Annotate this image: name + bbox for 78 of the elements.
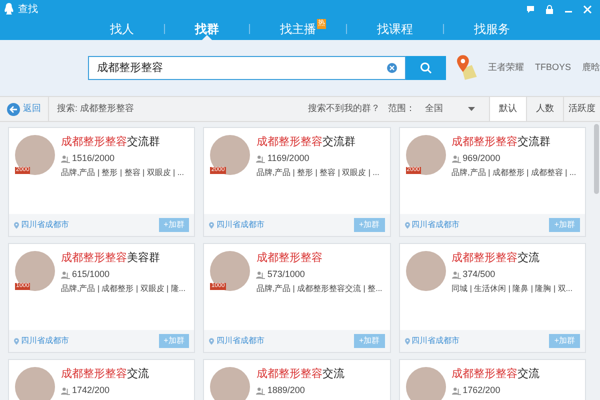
group-name[interactable]: 成都整形整容 <box>256 251 382 266</box>
back-arrow-icon <box>7 102 20 116</box>
location-text: 四川省成都市 <box>412 335 460 347</box>
group-name[interactable]: 成都整形整容交流 <box>61 367 149 382</box>
range-dropdown[interactable]: 全国 <box>425 102 475 116</box>
group-name[interactable]: 成都整形整容美容群 <box>61 251 186 266</box>
range-label: 范围： <box>388 102 415 116</box>
avatar <box>210 367 250 400</box>
window-title: 查找 <box>18 2 38 16</box>
member-count: 1516/2000 <box>72 152 115 165</box>
group-name[interactable]: 成都整形整容交流 <box>256 367 344 382</box>
group-name[interactable]: 成都整形整容交流群 <box>61 135 184 150</box>
pin-icon <box>404 338 410 344</box>
member-count: 1889/200 <box>267 384 305 397</box>
group-tags: 品牌,产品 | 成都整形整容交流 | 整... <box>256 282 382 294</box>
member-count: 573/1000 <box>267 268 305 281</box>
sort-tab[interactable]: 默认 <box>489 97 526 121</box>
group-tags: 品牌,产品 | 整形 | 整容 | 双眼皮 | ... <box>256 166 380 178</box>
group-card[interactable]: 成都整形整容交流 374/500 同城 | 生活休闲 | 隆鼻 | 隆胸 | 双... 四川省成都市 +加群 <box>398 243 586 353</box>
location-text: 四川省成都市 <box>216 335 264 347</box>
member-count: 374/500 <box>462 268 496 281</box>
group-name[interactable]: 成都整形整容交流群 <box>256 135 380 150</box>
close-icon[interactable] <box>583 4 592 14</box>
group-tags: 品牌,产品 | 成都整形 | 成都整容 | ... <box>452 166 576 178</box>
search-button[interactable] <box>406 56 446 80</box>
location-text: 四川省成都市 <box>412 219 460 231</box>
keyword-link[interactable]: 王者荣耀 <box>488 61 524 75</box>
avatar <box>15 135 55 175</box>
group-name[interactable]: 成都整形整容交流群 <box>452 135 576 150</box>
member-count: 1762/200 <box>462 384 500 397</box>
group-tags: 品牌,产品 | 成都整形 | 双眼皮 | 隆... <box>61 282 186 294</box>
clear-icon[interactable] <box>386 63 396 73</box>
location-text: 四川省成都市 <box>21 219 69 231</box>
lock-icon[interactable] <box>545 4 554 14</box>
avatar <box>406 251 446 291</box>
search-field[interactable]: 成都整形整容 <box>88 56 406 80</box>
not-found-link[interactable]: 搜索不到我的群？ <box>308 102 380 116</box>
location-text: 四川省成都市 <box>21 335 69 347</box>
members-icon <box>61 386 70 395</box>
group-card[interactable]: 成都整形整容交流 1742/200 <box>8 359 196 400</box>
avatar <box>210 135 250 175</box>
search-query-text: 搜索: 成都整形整容 <box>57 102 134 116</box>
pin-icon <box>209 338 214 344</box>
group-card[interactable]: 成都整形整容交流 1889/200 <box>203 359 391 400</box>
members-icon <box>452 386 461 395</box>
group-tags: 品牌,产品 | 整形 | 整容 | 双眼皮 | ... <box>61 166 184 178</box>
search-icon <box>420 62 432 74</box>
members-icon <box>452 154 461 163</box>
avatar <box>210 251 250 291</box>
group-name[interactable]: 成都整形整容交流 <box>452 367 540 382</box>
avatar <box>406 367 446 400</box>
member-count: 1742/200 <box>72 384 110 397</box>
location-text: 四川省成都市 <box>216 219 264 231</box>
group-card[interactable]: 成都整形整容交流 1762/200 <box>398 359 586 400</box>
member-count: 969/2000 <box>462 152 500 165</box>
group-tags: 同城 | 生活休闲 | 隆鼻 | 隆胸 | 双... <box>452 282 572 294</box>
member-count: 615/1000 <box>72 268 110 281</box>
avatar <box>15 251 55 291</box>
keyword-link[interactable]: TFBOYS <box>534 61 571 75</box>
pin-icon <box>14 338 19 344</box>
avatar <box>406 135 446 175</box>
members-icon <box>256 386 266 395</box>
pin-icon <box>209 222 214 228</box>
penguin-icon <box>4 3 14 15</box>
members-icon <box>61 270 70 279</box>
keyword-link[interactable]: 鹿晗 <box>582 61 600 75</box>
members-icon <box>256 154 266 163</box>
avatar <box>15 367 55 400</box>
group-name[interactable]: 成都整形整容交流 <box>452 251 572 266</box>
caret-icon <box>468 107 475 111</box>
members-icon <box>61 154 70 163</box>
members-icon <box>256 270 266 279</box>
pin-icon <box>14 222 19 228</box>
members-icon <box>452 270 461 279</box>
member-count: 1169/2000 <box>267 152 310 165</box>
pin-icon <box>404 222 410 228</box>
map-pin-icon[interactable] <box>456 55 478 81</box>
chat-icon[interactable] <box>526 4 535 14</box>
